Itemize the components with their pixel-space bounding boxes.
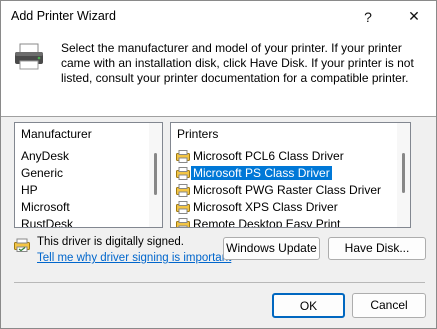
signature-status-text: This driver is digitally signed. — [37, 236, 185, 248]
printer-item-label: Microsoft XPS Class Driver — [193, 200, 338, 214]
printer-item-label: Microsoft PWG Raster Class Driver — [193, 183, 382, 197]
manufacturer-item-selected[interactable]: Microsoft — [15, 199, 70, 216]
footer-divider — [14, 282, 425, 283]
header-instructions: Select the manufacturer and model of you… — [61, 41, 414, 85]
close-button[interactable]: ✕ — [392, 1, 436, 32]
manufacturer-scrollbar[interactable] — [149, 123, 162, 227]
printer-item[interactable]: Microsoft PCL6 Class Driver — [171, 148, 344, 165]
manufacturer-item[interactable]: AnyDesk — [15, 148, 69, 165]
manufacturer-scroll-thumb[interactable] — [154, 153, 157, 195]
wizard-header: Select the manufacturer and model of you… — [1, 32, 436, 117]
signed-driver-icon — [14, 238, 30, 255]
printer-item-selected[interactable]: Microsoft PS Class Driver — [171, 165, 332, 182]
printer-item[interactable]: Microsoft PWG Raster Class Driver — [171, 182, 381, 199]
window-title: Add Printer Wizard — [11, 9, 116, 23]
cancel-button[interactable]: Cancel — [352, 293, 426, 318]
manufacturer-item[interactable]: HP — [15, 182, 38, 199]
manufacturer-list-header: Manufacturer — [21, 127, 92, 141]
printer-icon — [13, 42, 45, 75]
manufacturer-item[interactable]: RustDesk — [15, 216, 73, 227]
printer-item-label: Microsoft PCL6 Class Driver — [193, 149, 344, 163]
help-button[interactable]: ? — [346, 1, 390, 32]
windows-update-button[interactable]: Windows Update — [223, 237, 320, 260]
printers-list[interactable]: Printers Microsoft PCL6 Class Driver Mic… — [170, 122, 411, 228]
printers-scroll-thumb[interactable] — [402, 153, 405, 193]
have-disk-button[interactable]: Have Disk... — [328, 237, 426, 260]
printer-item-label: Remote Desktop Easy Print — [193, 217, 341, 228]
manufacturer-item[interactable]: Generic — [15, 165, 63, 182]
printer-item-label: Microsoft PS Class Driver — [191, 166, 332, 180]
driver-signing-info-link[interactable]: Tell me why driver signing is important — [37, 252, 231, 264]
printers-list-header: Printers — [177, 127, 219, 141]
add-printer-wizard-window: Add Printer Wizard ? ✕ Select the manufa… — [0, 0, 437, 329]
printers-scrollbar[interactable] — [397, 123, 410, 227]
printer-item[interactable]: Microsoft XPS Class Driver — [171, 199, 338, 216]
printer-item[interactable]: Remote Desktop Easy Print — [171, 216, 341, 228]
ok-button[interactable]: OK — [272, 293, 345, 318]
printer-driver-icon — [176, 218, 190, 227]
manufacturer-list[interactable]: Manufacturer AnyDesk Generic HP Microsof… — [14, 122, 163, 228]
title-bar[interactable]: Add Printer Wizard ? ✕ — [1, 1, 436, 32]
